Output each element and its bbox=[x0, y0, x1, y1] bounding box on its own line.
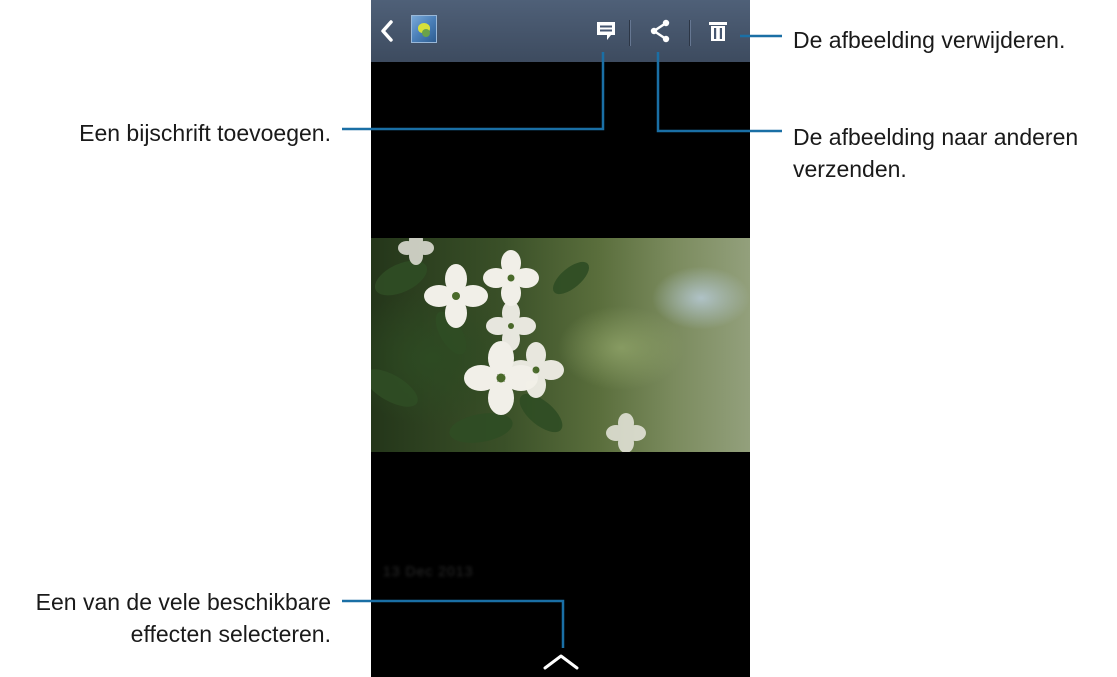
callout-caption: Een bijschrift toevoegen. bbox=[79, 120, 331, 146]
callout-share-line1: De afbeelding naar anderen bbox=[793, 124, 1079, 150]
callout-share-line2: verzenden. bbox=[793, 156, 907, 182]
callout-effects: Een van de vele beschikbare effecten sel… bbox=[36, 586, 331, 650]
leader-line-caption bbox=[342, 52, 605, 131]
callout-effects-line2: effecten selecteren. bbox=[130, 621, 331, 647]
callout-delete: De afbeelding verwijderen. bbox=[793, 27, 1066, 53]
callout-share: De afbeelding naar anderen verzenden. bbox=[793, 121, 1078, 185]
callout-effects-line1: Een van de vele beschikbare bbox=[35, 589, 331, 615]
leader-line-share bbox=[656, 52, 782, 133]
leader-line-effects bbox=[342, 599, 565, 648]
callout-leaders bbox=[342, 34, 782, 648]
